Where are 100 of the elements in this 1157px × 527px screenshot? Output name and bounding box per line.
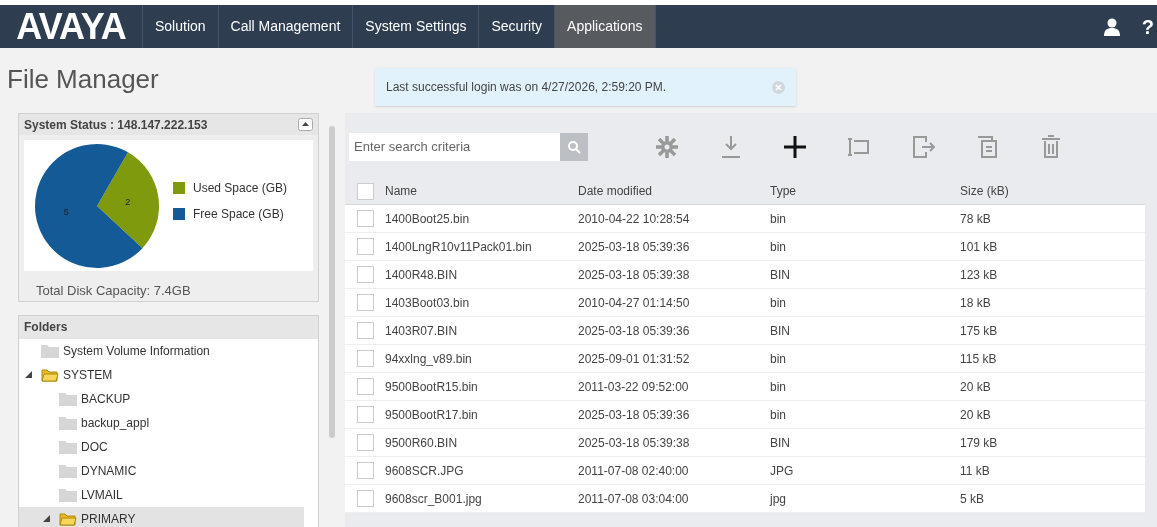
checkbox[interactable] <box>356 434 374 451</box>
table-row[interactable]: 1400Boot25.bin 2010-04-22 10:28:54 bin 78 kB <box>345 205 1145 233</box>
table-row[interactable]: 1403Boot03.bin 2010-04-27 01:14:50 bin 18 kB <box>345 289 1145 317</box>
user-icon[interactable] <box>1103 17 1120 36</box>
folder-item[interactable]: LVMAIL <box>19 482 304 507</box>
table-cell-text: bin <box>770 350 787 368</box>
table-cell-text: jpg <box>770 490 787 508</box>
expanded-triangle-icon[interactable] <box>25 371 32 378</box>
checkbox[interactable] <box>356 238 374 255</box>
table-cell-text: 9500BootR15.bin <box>385 378 479 396</box>
expanded-triangle-icon[interactable] <box>43 515 50 522</box>
table-cell-text: 2011-07-08 03:04:00 <box>578 490 690 508</box>
folder-item[interactable]: PRIMARY <box>19 506 304 527</box>
collapse-button[interactable] <box>298 118 313 131</box>
legend-label: Free Space (GB) <box>193 205 284 223</box>
table-row[interactable]: 9500R60.BIN 2025-03-18 05:39:38 BIN 179 kB <box>345 429 1145 457</box>
nav-tab[interactable]: Call Management <box>218 5 354 48</box>
table-row[interactable]: 9608scr_B001.jpg 2011-07-08 03:04:00 jpg 5 kB <box>345 485 1145 513</box>
table-cell-text: 20 kB <box>960 406 992 424</box>
table-cell-text: 9500BootR17.bin <box>385 406 479 424</box>
checkbox[interactable] <box>356 294 374 311</box>
folder-icon <box>41 343 59 358</box>
panel-title: System Status : 148.147.222.153 <box>24 116 208 134</box>
disk-capacity-text: Total Disk Capacity: 7.4GB <box>36 282 192 300</box>
column-header[interactable]: Type <box>770 182 960 200</box>
table-row[interactable]: 1403R07.BIN 2025-03-18 05:39:36 BIN 175 kB <box>345 317 1145 345</box>
checkbox[interactable] <box>356 210 374 227</box>
checkbox[interactable] <box>356 406 374 423</box>
folder-icon <box>41 366 59 383</box>
table-cell-text: 179 kB <box>960 434 999 452</box>
table-cell-text: 2025-03-18 05:39:38 <box>578 434 691 452</box>
folder-item[interactable]: System Volume Information <box>19 338 304 363</box>
table-cell-text: BIN <box>770 434 791 452</box>
table-cell-text: 2025-03-18 05:39:38 <box>578 266 691 284</box>
table-cell-text: bin <box>770 378 787 396</box>
folder-icon <box>59 439 77 454</box>
nav-tab[interactable]: Applications <box>555 5 656 48</box>
help-button[interactable]: ? <box>1141 11 1154 42</box>
table-cell-text: 9608scr_B001.jpg <box>385 490 483 508</box>
checkbox[interactable] <box>356 490 374 507</box>
table-cell-text: 5 kB <box>960 490 985 508</box>
folder-item[interactable]: DYNAMIC <box>19 458 304 483</box>
search-icon <box>567 139 581 154</box>
legend-label: Used Space (GB) <box>193 179 288 197</box>
table-cell-text: bin <box>770 238 787 256</box>
column-header[interactable]: Date modified <box>578 182 770 200</box>
table-cell-text: 11 kB <box>960 462 991 480</box>
table-cell-text: 101 kB <box>960 238 999 256</box>
column-header[interactable]: Name <box>385 182 578 200</box>
folder-item[interactable]: BACKUP <box>19 386 304 411</box>
table-row[interactable]: 9500BootR17.bin 2025-03-18 05:39:36 bin 20 kB <box>345 401 1145 429</box>
table-cell-text: BIN <box>770 322 791 340</box>
table-row[interactable]: 9608SCR.JPG 2011-07-08 02:40:00 JPG 11 kB <box>345 457 1145 485</box>
folder-item[interactable]: DOC <box>19 434 304 459</box>
checkbox[interactable] <box>356 350 374 367</box>
table-cell-text: 2011-07-08 02:40:00 <box>578 462 690 480</box>
page-title: File Manager <box>7 62 159 96</box>
table-cell-text: bin <box>770 294 787 312</box>
scrollbar[interactable] <box>329 126 335 438</box>
checkbox[interactable] <box>356 322 374 339</box>
table-cell-text: 2010-04-22 10:28:54 <box>578 210 691 228</box>
table-cell-text: 9608SCR.JPG <box>385 462 465 480</box>
slice-label: 2 <box>125 196 131 207</box>
table-cell-text: 175 kB <box>960 322 999 340</box>
folder-icon <box>59 391 77 406</box>
table-cell-text: bin <box>770 210 787 228</box>
table-cell-text: JPG <box>770 462 795 480</box>
table-row[interactable]: 94xxlng_v89.bin 2025-09-01 01:31:52 bin 115 kB <box>345 345 1145 373</box>
table-cell-text: 2011-03-22 09:52:00 <box>578 378 690 396</box>
table-row[interactable]: 1400LngR10v11Pack01.bin 2025-03-18 05:39:36 bin 101 kB <box>345 233 1145 261</box>
checkbox[interactable] <box>356 462 374 479</box>
table-cell-text: 123 kB <box>960 266 999 284</box>
logo[interactable]: AVAYA <box>0 5 143 48</box>
table-row[interactable]: 1400R48.BIN 2025-03-18 05:39:38 BIN 123 kB <box>345 261 1145 289</box>
checkbox[interactable] <box>356 266 374 283</box>
table-cell-text: 94xxlng_v89.bin <box>385 350 473 368</box>
folder-item[interactable]: SYSTEM <box>19 362 304 387</box>
table-cell-text: BIN <box>770 266 791 284</box>
table-cell-text: 2025-03-18 05:39:36 <box>578 238 691 256</box>
column-header[interactable]: Size (kB) <box>960 182 1145 200</box>
table-row[interactable]: 9500BootR15.bin 2011-03-22 09:52:00 bin 20 kB <box>345 373 1145 401</box>
table-cell-text: 78 kB <box>960 210 992 228</box>
search-button[interactable] <box>560 132 588 161</box>
table-cell-text: 2025-09-01 01:31:52 <box>578 350 691 368</box>
folder-icon <box>59 463 77 478</box>
close-icon[interactable] <box>772 80 785 94</box>
search-field[interactable]: Enter search criteria <box>349 132 560 161</box>
folder-item[interactable]: backup_appl <box>19 410 304 435</box>
table-cell-text: 115 kB <box>960 350 998 368</box>
folder-icon <box>59 510 77 527</box>
nav-tab[interactable]: System Settings <box>353 5 480 48</box>
nav-tab[interactable]: Solution <box>143 5 219 48</box>
table-cell-text: 1403R07.BIN <box>385 322 459 340</box>
panel-title: Folders <box>24 319 68 336</box>
checkbox[interactable] <box>356 182 374 200</box>
table-cell-text: 1400R48.BIN <box>385 266 459 284</box>
folder-icon <box>59 415 77 430</box>
table-cell-text: bin <box>770 406 787 424</box>
table-cell-text: 9500R60.BIN <box>385 434 459 452</box>
checkbox[interactable] <box>356 378 374 395</box>
